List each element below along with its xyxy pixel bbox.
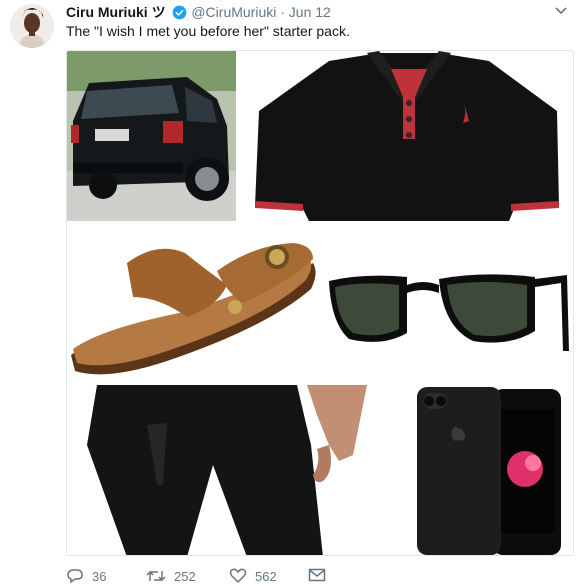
author-name-emoji: ツ [151,4,166,20]
phone-photo [409,385,573,555]
header-separator: · [280,4,285,20]
retweet-count: 252 [174,568,196,584]
tweet-actions: 36 252 562 [66,568,466,586]
trousers-photo [67,385,407,555]
reply-icon [66,568,84,584]
author-avatar[interactable] [10,4,54,48]
like-icon [229,568,247,584]
tweet-date[interactable]: Jun 12 [289,4,331,20]
direct-message-button[interactable] [308,568,326,582]
media-collage[interactable] [66,50,574,556]
chevron-down-icon[interactable] [555,4,567,18]
tweet-header: Ciru Muriuki ツ @CiruMuriuki · Jun 12 [66,3,331,24]
author-handle[interactable]: @CiruMuriuki [191,4,276,20]
tweet-text: The "I wish I met you before her" starte… [66,23,350,39]
polo-shirt-photo [239,51,573,221]
car-photo [67,51,236,221]
direct-message-icon [308,568,326,582]
author-name[interactable]: Ciru Muriuki [66,4,148,20]
like-button[interactable]: 562 [229,568,277,584]
sandal-photo [67,223,321,383]
sunglasses-photo [323,223,573,383]
reply-button[interactable]: 36 [66,568,106,584]
retweet-icon [146,568,166,584]
retweet-button[interactable]: 252 [146,568,196,584]
like-count: 562 [255,568,277,584]
reply-count: 36 [92,568,107,584]
